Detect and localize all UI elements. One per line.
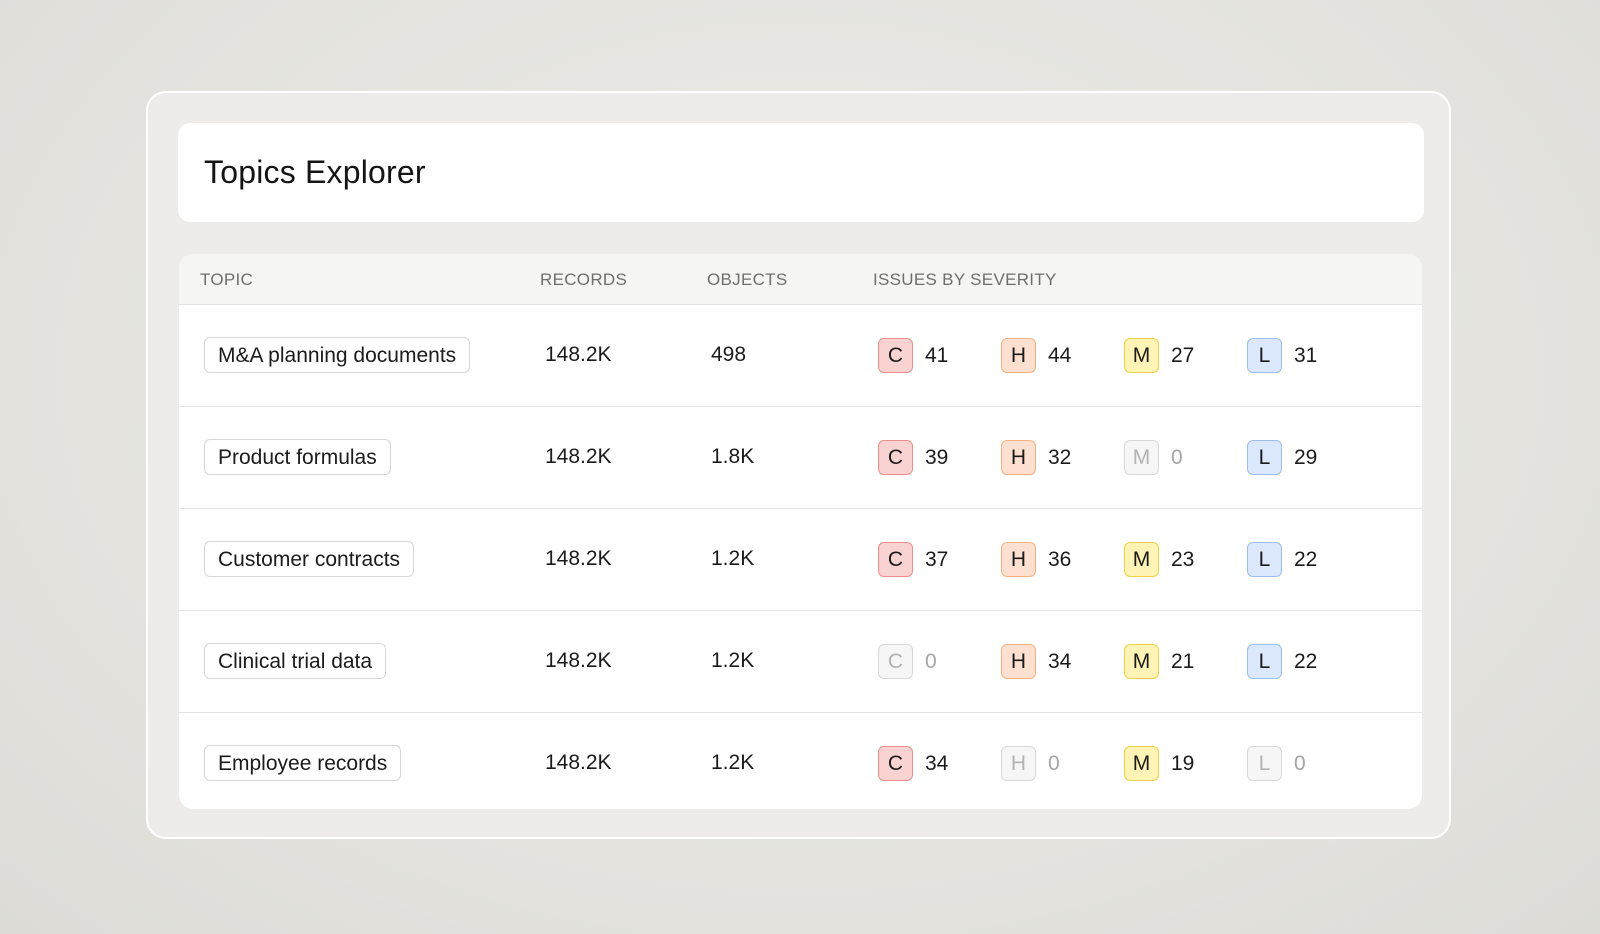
critical-count: 34 <box>925 751 949 775</box>
high-count: 32 <box>1048 445 1072 469</box>
medium-badge: M <box>1124 542 1159 577</box>
critical-count: 0 <box>925 649 937 673</box>
severity-high: H 44 <box>1001 337 1071 374</box>
table-row[interactable]: M&A planning documents 148.2K 498 C 41 H… <box>179 305 1422 407</box>
medium-badge: M <box>1124 644 1159 679</box>
column-header-objects[interactable]: OBJECTS <box>707 254 788 304</box>
column-header-records[interactable]: RECORDS <box>540 254 627 304</box>
low-count: 29 <box>1294 445 1318 469</box>
severity-medium: M 19 <box>1124 745 1194 782</box>
records-count: 148.2K <box>545 751 612 774</box>
column-header-topic[interactable]: TOPIC <box>200 254 253 304</box>
severity-low: L 22 <box>1247 541 1317 578</box>
high-badge: H <box>1001 746 1036 781</box>
table-header: TOPIC RECORDS OBJECTS ISSUES BY SEVERITY <box>179 254 1422 305</box>
medium-count: 23 <box>1171 547 1195 571</box>
objects-count: 1.2K <box>711 649 755 672</box>
medium-count: 19 <box>1171 751 1195 775</box>
severity-high: H 36 <box>1001 541 1071 578</box>
objects-count: 1.2K <box>711 547 755 570</box>
high-badge: H <box>1001 338 1036 373</box>
severity-low: L 0 <box>1247 745 1306 782</box>
severity-medium: M 21 <box>1124 643 1194 680</box>
topics-explorer-panel: Topics Explorer TOPIC RECORDS OBJECTS IS… <box>146 91 1451 839</box>
low-badge: L <box>1247 644 1282 679</box>
high-count: 36 <box>1048 547 1072 571</box>
severity-low: L 31 <box>1247 337 1317 374</box>
severity-critical: C 41 <box>878 337 948 374</box>
medium-count: 21 <box>1171 649 1195 673</box>
severity-medium: M 0 <box>1124 439 1183 476</box>
severity-medium: M 27 <box>1124 337 1194 374</box>
medium-count: 27 <box>1171 343 1195 367</box>
high-badge: H <box>1001 440 1036 475</box>
header-card: Topics Explorer <box>178 123 1424 222</box>
severity-critical: C 0 <box>878 643 937 680</box>
table-row[interactable]: Employee records 148.2K 1.2K C 34 H 0 M … <box>179 713 1422 809</box>
topic-chip[interactable]: Customer contracts <box>204 541 415 577</box>
critical-badge: C <box>878 338 913 373</box>
critical-count: 41 <box>925 343 949 367</box>
topics-table: TOPIC RECORDS OBJECTS ISSUES BY SEVERITY… <box>179 254 1422 809</box>
severity-high: H 32 <box>1001 439 1071 476</box>
records-count: 148.2K <box>545 445 612 468</box>
critical-badge: C <box>878 746 913 781</box>
low-count: 31 <box>1294 343 1318 367</box>
critical-count: 37 <box>925 547 949 571</box>
low-badge: L <box>1247 746 1282 781</box>
topic-chip[interactable]: Product formulas <box>204 439 391 475</box>
low-badge: L <box>1247 440 1282 475</box>
severity-critical: C 34 <box>878 745 948 782</box>
high-badge: H <box>1001 542 1036 577</box>
severity-low: L 22 <box>1247 643 1317 680</box>
low-count: 0 <box>1294 751 1306 775</box>
medium-badge: M <box>1124 440 1159 475</box>
table-row[interactable]: Customer contracts 148.2K 1.2K C 37 H 36… <box>179 509 1422 611</box>
records-count: 148.2K <box>545 547 612 570</box>
critical-badge: C <box>878 644 913 679</box>
high-badge: H <box>1001 644 1036 679</box>
critical-badge: C <box>878 542 913 577</box>
records-count: 148.2K <box>545 343 612 366</box>
topic-chip[interactable]: Clinical trial data <box>204 643 387 679</box>
low-count: 22 <box>1294 547 1318 571</box>
objects-count: 1.2K <box>711 751 755 774</box>
severity-critical: C 39 <box>878 439 948 476</box>
table-row[interactable]: Clinical trial data 148.2K 1.2K C 0 H 34… <box>179 611 1422 713</box>
medium-count: 0 <box>1171 445 1183 469</box>
high-count: 44 <box>1048 343 1072 367</box>
records-count: 148.2K <box>545 649 612 672</box>
page-title: Topics Explorer <box>204 154 426 190</box>
column-header-issues-by-severity[interactable]: ISSUES BY SEVERITY <box>873 254 1057 304</box>
severity-high: H 0 <box>1001 745 1060 782</box>
high-count: 0 <box>1048 751 1060 775</box>
topic-chip[interactable]: Employee records <box>204 745 402 781</box>
high-count: 34 <box>1048 649 1072 673</box>
severity-critical: C 37 <box>878 541 948 578</box>
objects-count: 498 <box>711 343 747 366</box>
severity-high: H 34 <box>1001 643 1071 680</box>
table-body: M&A planning documents 148.2K 498 C 41 H… <box>179 305 1422 809</box>
medium-badge: M <box>1124 746 1159 781</box>
medium-badge: M <box>1124 338 1159 373</box>
table-row[interactable]: Product formulas 148.2K 1.8K C 39 H 32 M… <box>179 407 1422 509</box>
low-badge: L <box>1247 542 1282 577</box>
low-count: 22 <box>1294 649 1318 673</box>
topic-chip[interactable]: M&A planning documents <box>204 337 471 373</box>
severity-low: L 29 <box>1247 439 1317 476</box>
critical-count: 39 <box>925 445 949 469</box>
low-badge: L <box>1247 338 1282 373</box>
objects-count: 1.8K <box>711 445 755 468</box>
critical-badge: C <box>878 440 913 475</box>
severity-medium: M 23 <box>1124 541 1194 578</box>
